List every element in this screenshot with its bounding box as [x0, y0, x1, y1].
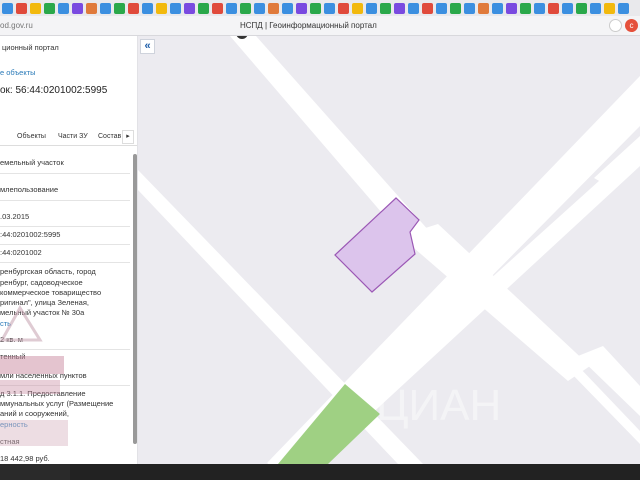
- browser-tab-favicon-icon[interactable]: [170, 2, 181, 14]
- browser-tab-favicon-icon[interactable]: [100, 2, 111, 14]
- browser-tab-favicon-icon[interactable]: [436, 2, 447, 14]
- browser-tab-favicon-icon[interactable]: [324, 2, 335, 14]
- browser-tab-favicon-icon[interactable]: [2, 2, 13, 14]
- field-address-1: ренбургская область, город: [0, 267, 96, 276]
- browser-tab-favicon-icon[interactable]: [268, 2, 279, 14]
- bottom-strip: [0, 464, 640, 480]
- browser-tab-favicon-icon[interactable]: [58, 2, 69, 14]
- browser-tab-favicon-icon[interactable]: [142, 2, 153, 14]
- agency-logo-watermark: [0, 305, 68, 446]
- bottom-left-strip: [0, 464, 70, 480]
- browser-tab-favicon-icon[interactable]: [156, 2, 167, 14]
- cian-watermark: ЦИАН: [376, 375, 501, 430]
- tab-parts[interactable]: Части ЗУ: [58, 133, 88, 140]
- browser-tab-strip: [0, 0, 640, 16]
- portal-title: ционный портал: [2, 43, 59, 52]
- tab-composition[interactable]: Состав: [98, 133, 121, 140]
- browser-tab-favicon-icon[interactable]: [450, 2, 461, 14]
- field-date: .03.2015: [0, 212, 30, 221]
- browser-tab-favicon-icon[interactable]: [548, 2, 559, 14]
- svg-text:ЦИАН: ЦИАН: [376, 381, 501, 430]
- back-to-objects-link[interactable]: е объекты: [0, 68, 36, 77]
- tab-scroll-right-button[interactable]: ▸: [122, 130, 134, 144]
- field-address-2: ренбург, садоводческое: [0, 278, 83, 287]
- info-tabs: Объекты Части ЗУ Состав: [0, 130, 137, 146]
- sidebar-scrollbar[interactable]: [133, 154, 137, 444]
- field-type: емельный участок: [0, 158, 64, 167]
- address-bar[interactable]: od.gov.ru НСПД | Геоинформационный порта…: [0, 16, 640, 36]
- browser-tab-favicon-icon[interactable]: [576, 2, 587, 14]
- field-cad-number: :44:0201002:5995: [0, 230, 61, 239]
- browser-tab-favicon-icon[interactable]: [366, 2, 377, 14]
- browser-tab-favicon-icon[interactable]: [198, 2, 209, 14]
- collapse-panel-button[interactable]: «: [140, 39, 155, 54]
- profile-icon[interactable]: с: [625, 19, 638, 32]
- browser-page-title: НСПД | Геоинформационный портал: [240, 21, 377, 30]
- url-text[interactable]: od.gov.ru: [0, 21, 33, 30]
- browser-tab-favicon-icon[interactable]: [128, 2, 139, 14]
- browser-tab-favicon-icon[interactable]: [520, 2, 531, 14]
- field-quarter: :44:0201002: [0, 248, 42, 257]
- browser-tab-favicon-icon[interactable]: [254, 2, 265, 14]
- browser-tab-favicon-icon[interactable]: [44, 2, 55, 14]
- browser-tab-favicon-icon[interactable]: [282, 2, 293, 14]
- browser-tab-favicon-icon[interactable]: [114, 2, 125, 14]
- browser-tab-favicon-icon[interactable]: [492, 2, 503, 14]
- browser-tab-favicon-icon[interactable]: [394, 2, 405, 14]
- browser-tab-favicon-icon[interactable]: [184, 2, 195, 14]
- field-kind: млепользование: [0, 185, 59, 194]
- browser-tab-favicon-icon[interactable]: [506, 2, 517, 14]
- browser-tab-favicon-icon[interactable]: [338, 2, 349, 14]
- browser-tab-favicon-icon[interactable]: [422, 2, 433, 14]
- extension-icon[interactable]: [609, 19, 622, 32]
- map-canvas[interactable]: « ЦИАН: [138, 36, 640, 464]
- browser-tab-favicon-icon[interactable]: [212, 2, 223, 14]
- browser-tab-favicon-icon[interactable]: [310, 2, 321, 14]
- tab-objects[interactable]: Объекты: [17, 133, 46, 140]
- browser-tab-favicon-icon[interactable]: [296, 2, 307, 14]
- browser-tab-favicon-icon[interactable]: [30, 2, 41, 14]
- browser-tab-favicon-icon[interactable]: [226, 2, 237, 14]
- browser-tab-favicon-icon[interactable]: [534, 2, 545, 14]
- browser-tab-favicon-icon[interactable]: [352, 2, 363, 14]
- browser-tab-favicon-icon[interactable]: [86, 2, 97, 14]
- browser-tab-favicon-icon[interactable]: [604, 2, 615, 14]
- browser-tab-favicon-icon[interactable]: [464, 2, 475, 14]
- field-address-3: коммерческое товарищество: [0, 288, 102, 297]
- browser-tab-favicon-icon[interactable]: [72, 2, 83, 14]
- browser-tab-favicon-icon[interactable]: [478, 2, 489, 14]
- browser-tab-favicon-icon[interactable]: [240, 2, 251, 14]
- browser-tab-favicon-icon[interactable]: [16, 2, 27, 14]
- cadastral-heading: ок: 56:44:0201002:5995: [0, 85, 108, 96]
- browser-tab-favicon-icon[interactable]: [590, 2, 601, 14]
- browser-tab-favicon-icon[interactable]: [408, 2, 419, 14]
- browser-tab-favicon-icon[interactable]: [380, 2, 391, 14]
- browser-tab-favicon-icon[interactable]: [618, 2, 629, 14]
- browser-tab-favicon-icon[interactable]: [562, 2, 573, 14]
